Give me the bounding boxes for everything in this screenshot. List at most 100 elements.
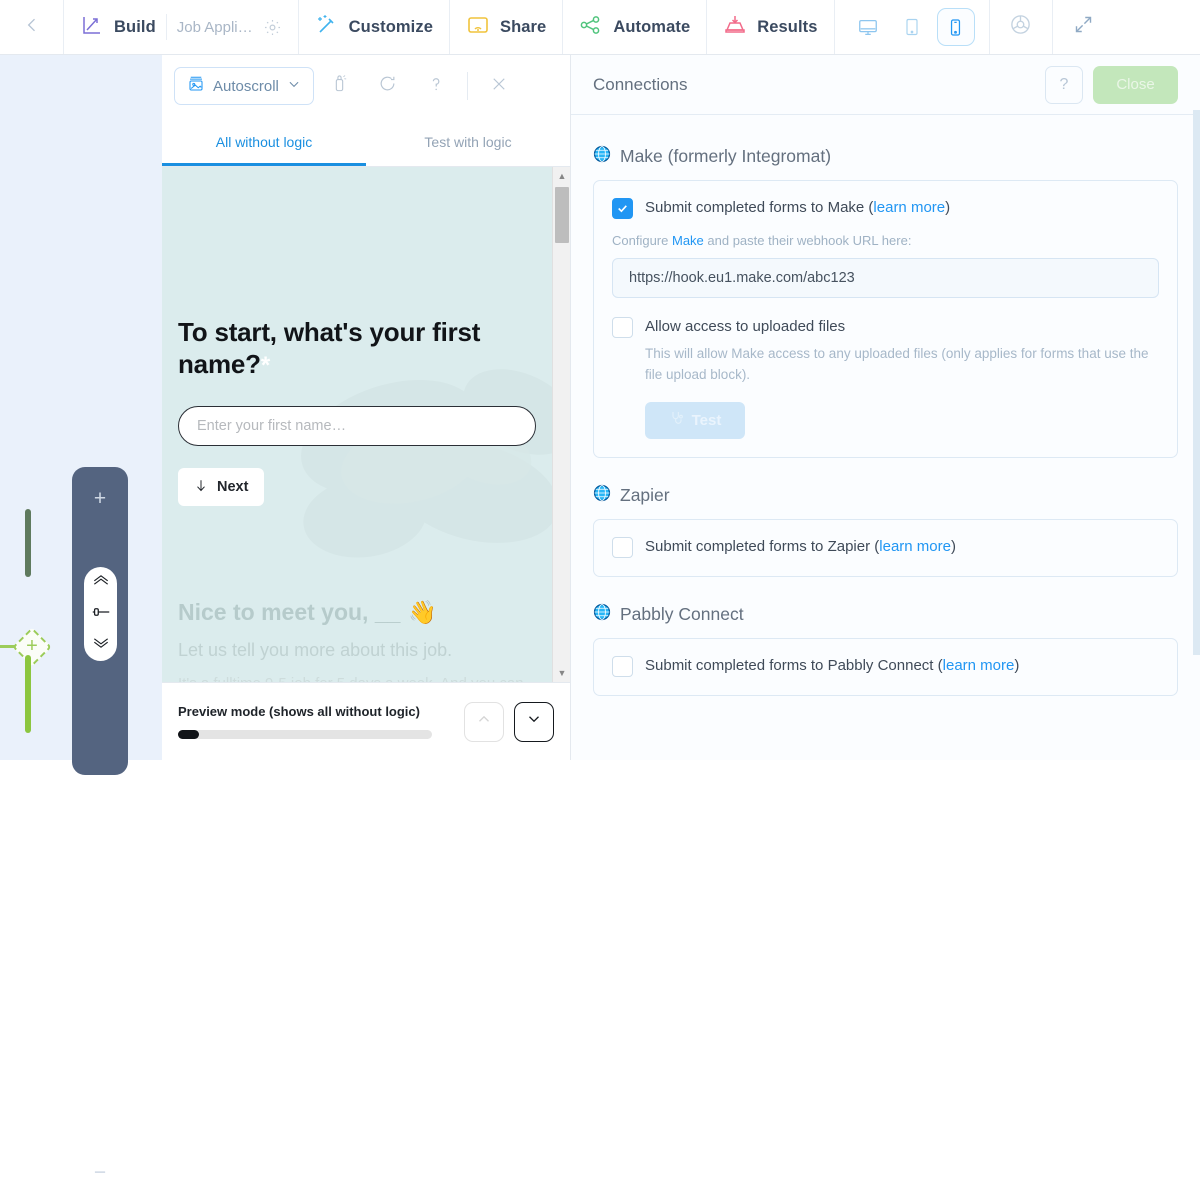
webhook-url-input[interactable]: https://hook.eu1.make.com/abc123 [612, 258, 1159, 298]
make-link[interactable]: Make [672, 233, 704, 248]
build-icon [80, 13, 104, 42]
submit-to-pabbly-checkbox[interactable] [612, 655, 633, 677]
share-icon [466, 13, 490, 42]
panel-help-button[interactable]: ? [1045, 65, 1083, 104]
customize-tab[interactable]: Customize [299, 0, 450, 54]
help-icon [426, 74, 446, 99]
tab-all-without-logic[interactable]: All without logic [162, 117, 366, 166]
automate-tab[interactable]: Automate [563, 0, 708, 54]
allow-files-description: This will allow Make access to any uploa… [645, 346, 1149, 382]
zoom-track-lower[interactable] [25, 655, 31, 733]
device-mobile-button[interactable] [936, 8, 975, 46]
label-suffix: ) [945, 199, 951, 216]
fill-form-button[interactable] [318, 67, 362, 105]
toolbar-divider [466, 72, 468, 100]
learn-more-link[interactable]: learn more [879, 538, 951, 555]
color-wheel-icon [1009, 13, 1032, 41]
next-button[interactable]: Next [178, 468, 265, 507]
submit-to-zapier-checkbox[interactable] [612, 536, 633, 558]
results-tab[interactable]: Results [707, 0, 835, 54]
connections-body: Make (formerly Integromat) Submit comple… [571, 115, 1200, 760]
allow-uploaded-files-label: Allow access to uploaded files [645, 318, 846, 335]
fill-form-icon [330, 74, 349, 98]
top-right-tools [990, 0, 1114, 54]
refresh-button[interactable] [366, 67, 410, 105]
back-button[interactable] [0, 0, 64, 54]
device-switcher [835, 0, 990, 54]
automate-nodes-icon [579, 13, 603, 42]
preview-next-button[interactable] [514, 701, 554, 742]
panel-scrollbar[interactable] [1193, 110, 1200, 815]
learn-more-link[interactable]: learn more [943, 657, 1015, 674]
double-chevron-down-icon[interactable] [91, 636, 111, 655]
zoom-in-button[interactable]: + [72, 488, 128, 509]
wave-emoji-icon: 👋 [408, 599, 438, 625]
first-name-input[interactable]: Enter your first name… [178, 406, 536, 447]
label-prefix: Submit completed forms to Pabbly Connect… [645, 656, 943, 674]
allow-files-row[interactable]: Allow access to uploaded files [612, 316, 1159, 338]
current-question-block: To start, what's your first name?* Enter… [178, 317, 536, 507]
service-pabbly-connect: Pabbly Connect Submit completed forms to… [593, 603, 1178, 696]
globe-icon [593, 603, 611, 626]
scrollbar-thumb[interactable] [555, 187, 569, 243]
submit-forms-row[interactable]: Submit completed forms to Zapier (learn … [612, 536, 1159, 558]
service-make: Make (formerly Integromat) Submit comple… [593, 145, 1178, 458]
question-mark-icon: ? [1059, 75, 1069, 93]
chevron-left-icon [22, 15, 42, 40]
service-header: Pabbly Connect [593, 603, 1178, 626]
form-name-label[interactable]: Job Appli… [177, 19, 253, 36]
zoom-track-upper[interactable] [25, 509, 31, 577]
service-name: Make (formerly Integromat) [620, 146, 832, 166]
panel-scrollbar-thumb[interactable] [1193, 110, 1200, 655]
zoom-slider-handle[interactable] [84, 567, 117, 661]
stethoscope-icon [669, 410, 685, 430]
scroll-down-arrow[interactable]: ▼ [553, 664, 570, 682]
close-preview-button[interactable] [477, 67, 521, 105]
close-icon [490, 75, 508, 98]
label-prefix: Submit completed forms to Make ( [645, 199, 874, 216]
preview-stage: To start, what's your first name?* Enter… [162, 167, 570, 682]
magic-wand-icon [315, 13, 339, 42]
device-desktop-button[interactable] [849, 8, 887, 46]
share-tab[interactable]: Share [450, 0, 564, 54]
divider [165, 14, 167, 40]
learn-more-link[interactable]: learn more [873, 199, 945, 216]
autoscroll-dropdown[interactable]: Autoscroll [174, 67, 314, 105]
build-tab[interactable]: Build Job Appli… [64, 0, 299, 54]
connections-panel: Connections ? Close Make (formerly Integ… [570, 55, 1200, 760]
faded-subheading: Let us tell you more about this job. [178, 640, 453, 660]
test-connection-button[interactable]: Test [645, 401, 745, 439]
scroll-up-arrow[interactable]: ▲ [553, 167, 570, 185]
fit-slider-icon[interactable] [90, 605, 112, 623]
preview-prev-button[interactable] [464, 701, 504, 742]
service-header: Make (formerly Integromat) [593, 145, 1178, 168]
customize-label: Customize [348, 17, 433, 36]
theme-button[interactable] [990, 0, 1052, 54]
tab-test-with-logic[interactable]: Test with logic [366, 117, 570, 166]
service-card: Submit completed forms to Zapier (learn … [593, 518, 1178, 577]
fullscreen-button[interactable] [1051, 0, 1114, 54]
double-chevron-up-icon[interactable] [91, 573, 111, 592]
submit-forms-row[interactable]: Submit completed forms to Make (learn mo… [612, 197, 1159, 219]
next-question-faded-block: Nice to meet you, __ 👋 Let us tell you m… [178, 599, 544, 682]
gear-icon[interactable] [263, 18, 282, 37]
allow-uploaded-files-checkbox[interactable] [612, 317, 633, 338]
submit-forms-row[interactable]: Submit completed forms to Pabbly Connect… [612, 655, 1159, 677]
close-panel-button[interactable]: Close [1093, 65, 1178, 104]
test-label: Test [691, 411, 722, 429]
chevron-down-icon [525, 710, 543, 733]
preview-scrollbar[interactable]: ▲ ▼ [552, 167, 570, 682]
chevron-down-icon [287, 77, 301, 95]
preview-progress-track[interactable] [178, 730, 432, 739]
preview-tabs: All without logic Test with logic [162, 117, 570, 167]
connections-header: Connections ? Close [571, 55, 1200, 115]
device-tablet-button[interactable] [893, 8, 931, 46]
preview-help-button[interactable] [414, 67, 458, 105]
preview-progress-thumb[interactable] [178, 730, 199, 739]
submit-to-make-checkbox[interactable] [612, 198, 633, 219]
zoom-out-button[interactable]: − [72, 1162, 128, 1183]
flow-canvas[interactable]: + + − [0, 55, 162, 1183]
configure-suffix: and paste their webhook URL here: [703, 233, 912, 248]
label-suffix: ) [950, 537, 956, 555]
question-title-text: To start, what's your first name? [178, 317, 481, 379]
